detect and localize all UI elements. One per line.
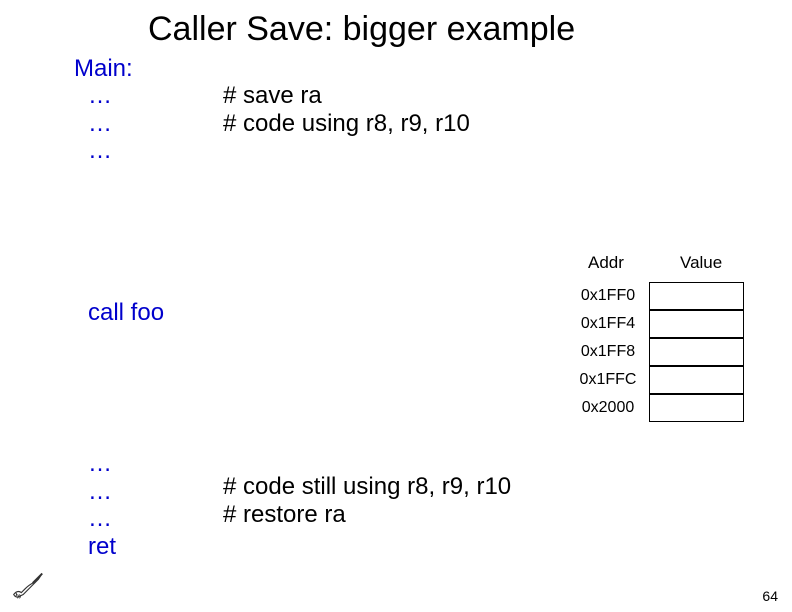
comment-line: # code still using r8, r9, r10 [223,473,511,501]
addr-cell: 0x1FF8 [567,343,649,361]
table-row: 0x1FFC [567,366,747,394]
addr-cell: 0x1FF0 [567,287,649,305]
code-line: ret [88,533,116,561]
value-cell [649,366,744,394]
table-row: 0x2000 [567,394,747,422]
table-row: 0x1FF8 [567,338,747,366]
comment-block-top: # save ra # code using r8, r9, r10 [223,82,470,137]
value-cell [649,394,744,422]
comment-line: # save ra [223,82,470,110]
slide-title: Caller Save: bigger example [148,10,575,49]
comment-line: # restore ra [223,501,511,529]
comment-line: # code using r8, r9, r10 [223,110,470,138]
table-header-value: Value [680,253,722,273]
value-cell [649,338,744,366]
page-number: 64 [762,588,778,604]
code-line: … [88,478,116,506]
addr-cell: 0x2000 [567,399,649,417]
call-foo-line: call foo [88,299,164,327]
code-line: … [88,505,116,533]
addr-cell: 0x1FFC [567,371,649,389]
code-block-bottom: … … … ret [88,450,116,560]
code-line: … [88,137,112,165]
hand-pencil-icon [8,566,46,604]
comment-block-bottom: # code still using r8, r9, r10 # restore… [223,473,511,528]
addr-cell: 0x1FF4 [567,315,649,333]
code-line: … [88,82,112,110]
table-row: 0x1FF4 [567,310,747,338]
code-block-top: … … … [88,82,112,165]
code-line: … [88,450,116,478]
table-header-addr: Addr [588,253,624,273]
main-label: Main: [74,55,133,83]
value-cell [649,282,744,310]
value-cell [649,310,744,338]
code-line: … [88,110,112,138]
table-row: 0x1FF0 [567,282,747,310]
